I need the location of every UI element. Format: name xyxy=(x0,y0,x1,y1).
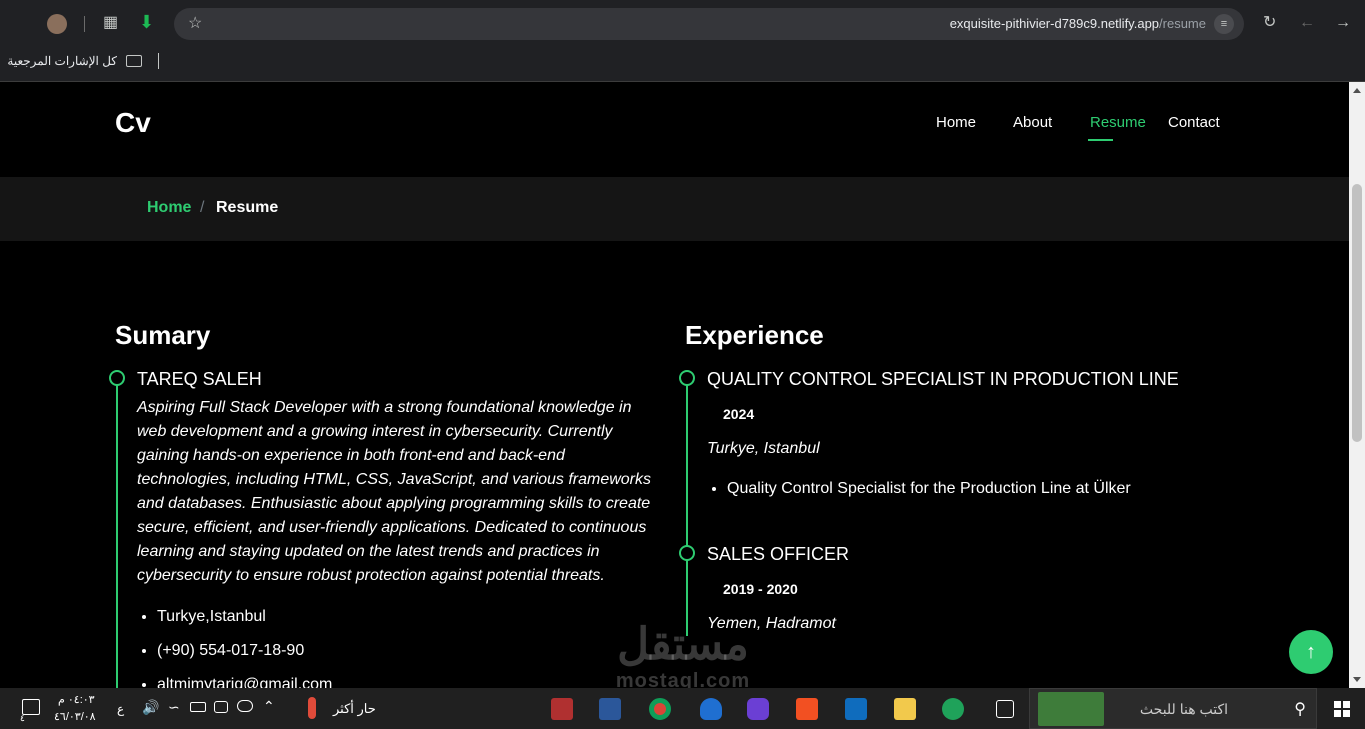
site-settings-icon[interactable]: ≡ xyxy=(1214,14,1234,34)
profile-avatar-icon[interactable] xyxy=(47,14,67,34)
word-icon[interactable] xyxy=(599,698,621,720)
summary-timeline xyxy=(116,378,118,688)
timeline-dot xyxy=(679,545,695,561)
back-to-top-button[interactable]: ↑ xyxy=(1289,630,1333,674)
nav-active-indicator xyxy=(1088,139,1113,141)
bookmarks-bar xyxy=(0,48,1365,82)
search-icon: ⚲ xyxy=(1294,701,1306,718)
weather-thermometer-icon[interactable] xyxy=(308,697,316,719)
nav-about[interactable]: About xyxy=(1013,114,1052,131)
show-hidden-icons-chevron-icon[interactable]: ⌃ xyxy=(263,698,275,715)
site-header: Cv Home About Resume Contact xyxy=(0,82,1349,177)
meet-now-icon[interactable] xyxy=(214,701,228,713)
breadcrumb-separator: / xyxy=(200,199,205,216)
download-icon[interactable]: ⬇ xyxy=(139,13,154,31)
onedrive-icon[interactable] xyxy=(237,700,253,712)
battery-icon[interactable] xyxy=(190,702,206,712)
taskbar-search-box[interactable]: اكتب هنا للبحث ⚲ xyxy=(1029,688,1317,729)
search-highlight-image-icon xyxy=(1038,692,1104,726)
clock-time[interactable]: ٠٤:٠٣ م xyxy=(58,693,95,706)
experience-heading: Experience xyxy=(685,320,824,350)
edge-icon[interactable] xyxy=(942,698,964,720)
scroll-thumb[interactable] xyxy=(1352,184,1362,442)
scroll-down-arrow-icon[interactable] xyxy=(1353,677,1361,682)
page-scrollbar[interactable] xyxy=(1349,82,1365,688)
mail-icon[interactable] xyxy=(845,698,867,720)
browser-toolbar: ▦ ⬇ ☆ exquisite-pithivier-d789c9.netlify… xyxy=(0,0,1365,48)
experience-location: Turkye, Istanbul xyxy=(707,440,820,457)
summary-text: Aspiring Full Stack Developer with a str… xyxy=(137,399,651,584)
scroll-up-arrow-icon[interactable] xyxy=(1353,88,1361,93)
app-icon-snipping[interactable] xyxy=(551,698,573,720)
breadcrumb-home[interactable]: Home xyxy=(147,199,191,217)
vpn-shield-icon[interactable] xyxy=(700,698,722,720)
copilot-icon[interactable] xyxy=(747,698,769,720)
experience-title: SALES OFFICER xyxy=(707,544,850,564)
address-bar[interactable]: ☆ exquisite-pithivier-d789c9.netlify.app… xyxy=(174,8,1244,40)
nav-resume[interactable]: Resume xyxy=(1090,114,1146,131)
url-text[interactable]: exquisite-pithivier-d789c9.netlify.app/r… xyxy=(950,16,1206,31)
experience-timeline xyxy=(686,378,688,636)
reload-icon[interactable]: ↻ xyxy=(1263,15,1276,31)
volume-icon[interactable]: 🔊 xyxy=(142,699,159,716)
bookmark-star-icon[interactable]: ☆ xyxy=(188,16,202,32)
wifi-icon[interactable]: ∽ xyxy=(168,699,180,716)
breadcrumb-current: Resume xyxy=(216,199,279,216)
timeline-dot xyxy=(679,370,695,386)
experience-bullets: Quality Control Specialist for the Produ… xyxy=(727,480,1247,498)
all-bookmarks-label[interactable]: كل الإشارات المرجعية xyxy=(7,54,117,68)
search-placeholder: اكتب هنا للبحث xyxy=(1139,701,1228,717)
back-arrow-icon[interactable]: ← xyxy=(1299,15,1315,31)
input-language[interactable]: ع xyxy=(117,702,124,716)
nav-contact[interactable]: Contact xyxy=(1168,114,1220,131)
windows-taskbar: ٤ ٠٤:٠٣ م ٤٦/٠٣/٠٨ ع 🔊 ∽ ⌃ حار أكثر اكتب… xyxy=(0,688,1365,729)
timeline-dot xyxy=(109,370,125,386)
nav-home[interactable]: Home xyxy=(936,114,976,131)
folder-icon[interactable] xyxy=(126,55,142,67)
task-view-icon[interactable] xyxy=(996,700,1014,718)
bookmarks-divider xyxy=(158,53,159,69)
breadcrumb: Home / Resume xyxy=(0,177,1349,241)
site-logo[interactable]: Cv xyxy=(115,107,151,139)
experience-years: 2024 xyxy=(723,406,755,422)
summary-name: TAREQ SALEH xyxy=(137,369,262,389)
clock-date[interactable]: ٤٦/٠٣/٠٨ xyxy=(54,710,96,723)
experience-title: QUALITY CONTROL SPECIALIST IN PRODUCTION… xyxy=(707,369,1179,389)
mostaql-watermark: مستقل mostaql.com xyxy=(615,620,751,688)
forward-arrow-icon[interactable]: → xyxy=(1335,15,1351,31)
notification-badge: ٤ xyxy=(20,713,25,723)
chrome-icon[interactable] xyxy=(649,698,671,720)
weather-label[interactable]: حار أكثر xyxy=(333,701,376,717)
toolbar-divider xyxy=(84,16,85,32)
file-explorer-icon[interactable] xyxy=(894,698,916,720)
windows-start-icon[interactable] xyxy=(1334,701,1350,717)
extensions-icon[interactable]: ▦ xyxy=(103,15,118,31)
experience-bullet: Quality Control Specialist for the Produ… xyxy=(727,480,1247,498)
summary-heading: Sumary xyxy=(115,320,211,350)
experience-years: 2019 - 2020 xyxy=(723,581,798,597)
page-viewport: Cv Home About Resume Contact Home / Resu… xyxy=(0,82,1349,688)
microsoft-store-icon[interactable] xyxy=(796,698,818,720)
